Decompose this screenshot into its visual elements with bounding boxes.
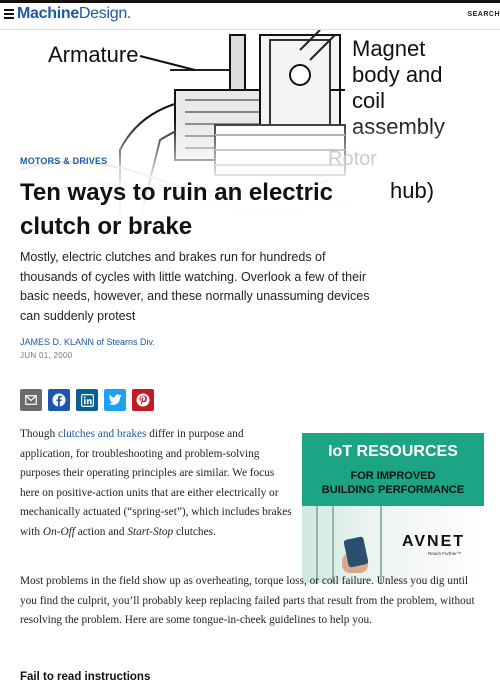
hamburger-menu-icon[interactable] (4, 9, 14, 19)
p1-text-mid: differ in purpose and application, for t… (20, 428, 292, 538)
site-header: MachineDesign. SEARCH (0, 0, 500, 30)
advertisement-banner[interactable]: IoT RESOURCES FOR IMPROVED BUILDING PERFO… (302, 433, 484, 583)
pinterest-icon (136, 393, 150, 407)
article-paragraph-2: Most problems in the field show up as ov… (20, 575, 475, 626)
p1-text-before-link: Though (20, 428, 58, 440)
p1-text-end: clutches. (173, 525, 216, 538)
twitter-share-button[interactable] (104, 389, 126, 411)
p1-text-and: action and (74, 525, 128, 538)
facebook-share-button[interactable] (48, 389, 70, 411)
clutches-and-brakes-link[interactable]: clutches and brakes (58, 428, 146, 440)
diagram-label-armature: Armature (48, 42, 139, 67)
ad-brand-logo: AVNET (402, 533, 466, 550)
share-bar (20, 389, 154, 411)
header-accent-bar (0, 0, 500, 3)
diagram-label-rotor: Rotor (328, 148, 377, 170)
logo-rest-text: Design. (78, 5, 132, 22)
diagram-label-hub: hub) (390, 178, 435, 203)
article-title: Ten ways to ruin an electric clutch or b… (20, 179, 333, 240)
search-button[interactable]: SEARCH (467, 11, 500, 18)
logo-bold-text: Machine (17, 5, 79, 22)
article-paragraph-1: Though clutches and brakes differ in pur… (20, 425, 292, 542)
linkedin-share-button[interactable] (76, 389, 98, 411)
publish-date: JUN 01, 2000 (20, 351, 73, 360)
article-subheading: Fail to read instructions (20, 671, 151, 683)
linkedin-icon (80, 393, 94, 407)
site-logo[interactable]: MachineDesign. (17, 5, 131, 23)
article-dek: Mostly, electric clutches and brakes run… (20, 250, 370, 323)
facebook-icon (52, 393, 66, 407)
ad-headline: IoT RESOURCES (328, 443, 458, 460)
ad-subline-1: FOR IMPROVED (350, 470, 436, 482)
p1-term-onoff: On-Off (42, 525, 75, 538)
email-icon (25, 395, 37, 405)
p1-term-startstop: Start-Stop (127, 525, 174, 538)
twitter-icon (108, 394, 122, 405)
pinterest-share-button[interactable] (132, 389, 154, 411)
ad-tagline: Reach Further™ (428, 551, 462, 556)
section-link[interactable]: MOTORS & DRIVES (20, 156, 107, 166)
ad-subline: FOR IMPROVED BUILDING PERFORMANCE (302, 469, 484, 497)
author-link[interactable]: JAMES D. KLANN of Stearns Div. (20, 337, 155, 347)
email-share-button[interactable] (20, 389, 42, 411)
ad-subline-2: BUILDING PERFORMANCE (321, 484, 465, 496)
